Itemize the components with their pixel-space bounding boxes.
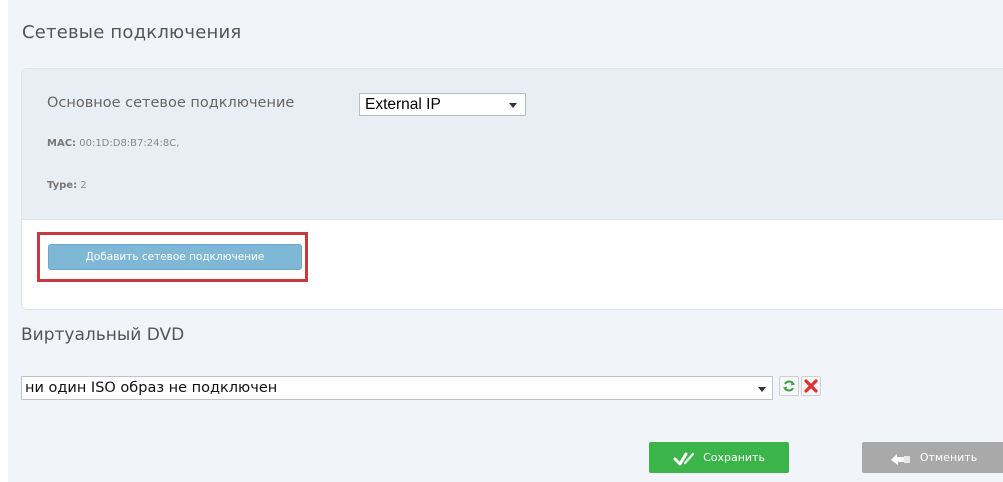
virtual-dvd-title: Виртуальный DVD <box>21 325 185 345</box>
network-section-title: Сетевые подключения <box>22 22 242 43</box>
connection-type: Type: 2 <box>47 180 87 191</box>
refresh-icon <box>783 380 795 392</box>
cancel-button[interactable]: Отменить <box>862 442 1003 473</box>
primary-connection-select[interactable]: External IP <box>359 93 526 116</box>
remove-iso-button[interactable] <box>801 376 821 396</box>
mac-value: 00:1D:D8:B7:24:8C, <box>79 138 180 149</box>
iso-image-select[interactable]: ни один ISO образ не подключен <box>21 376 773 400</box>
network-panel: Основное сетевое подключение External IP… <box>21 68 1003 310</box>
primary-connection-value: External IP <box>365 96 441 113</box>
connection-block: Основное сетевое подключение External IP… <box>22 69 1003 220</box>
primary-connection-label: Основное сетевое подключение <box>47 95 295 111</box>
cancel-label: Отменить <box>919 451 978 464</box>
mac-key: MAC: <box>47 138 77 149</box>
save-button[interactable]: Сохранить <box>649 442 789 473</box>
check-icon <box>673 452 695 465</box>
mac-address: MAC: 00:1D:D8:B7:24:8C, <box>47 138 179 149</box>
undo-icon <box>890 453 910 465</box>
remove-icon <box>804 379 818 393</box>
chevron-down-icon <box>758 387 766 392</box>
page-container: Сетевые подключения Основное сетевое под… <box>8 0 1003 482</box>
type-value: 2 <box>80 180 87 191</box>
chevron-down-icon <box>509 103 517 108</box>
refresh-iso-button[interactable] <box>779 376 799 396</box>
type-key: Type: <box>47 180 78 191</box>
save-label: Сохранить <box>703 451 765 464</box>
add-network-connection-button[interactable]: Добавить сетевое подключение <box>48 244 302 270</box>
iso-image-value: ни один ISO образ не подключен <box>25 380 278 396</box>
